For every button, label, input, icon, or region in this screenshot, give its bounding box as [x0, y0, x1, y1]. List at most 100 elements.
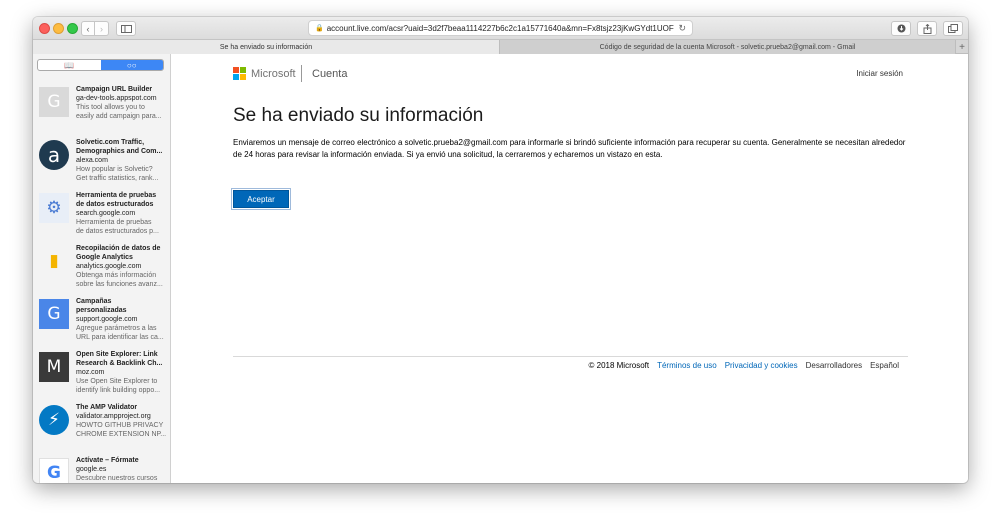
list-item[interactable]: a Solvetic.com Traffic, Demographics and C… — [33, 135, 170, 188]
list-item[interactable]: ▮ Recopilación de datos de Google Analytic… — [33, 241, 170, 294]
tab-active[interactable]: Se ha enviado su información — [33, 40, 500, 54]
list-item-title2: Google Analytics — [76, 254, 133, 261]
list-item-title2: de datos estructurados — [76, 201, 154, 208]
downloads-button[interactable] — [891, 21, 911, 36]
structured-data-tool-icon: ⚙ — [39, 193, 69, 223]
list-item-text: Campañas personalizadas support.google.com… — [76, 297, 168, 342]
list-item-text: Open Site Explorer: Link Research & Backl… — [76, 350, 168, 395]
list-item-title: Actívate – Fórmate — [76, 457, 139, 464]
brand-divider — [301, 65, 302, 82]
browser-toolbar: ‹ › 🔒 account.live.com/acsr?uaid=3d2f7be… — [33, 17, 968, 40]
list-item-domain: analytics.google.com — [76, 263, 142, 270]
reading-sidebar: 📖 ○○ G Campaign URL Builder ga-dev-tools.a… — [33, 54, 171, 483]
list-item-desc2: easily add campaign para... — [76, 113, 162, 120]
list-item[interactable]: M Open Site Explorer: Link Research & Back… — [33, 347, 170, 400]
list-item[interactable]: G Campañas personalizadas support.google.co… — [33, 294, 170, 347]
reading-list: G Campaign URL Builder ga-dev-tools.appspo… — [33, 82, 170, 483]
list-item-title: The AMP Validator — [76, 404, 138, 411]
copyright: © 2018 Microsoft — [588, 361, 650, 370]
sidebar-segmented-control: 📖 ○○ — [37, 59, 164, 71]
privacy-link[interactable]: Privacidad y cookies — [725, 361, 798, 370]
list-item-desc1: This tool allows you to — [76, 104, 145, 111]
list-item[interactable]: G Campaign URL Builder ga-dev-tools.appspo… — [33, 82, 170, 135]
tabs-overview-icon — [948, 24, 958, 33]
list-item-title: Recopilación de datos de — [76, 245, 161, 252]
developers-link[interactable]: Desarrolladores — [806, 361, 862, 370]
list-item-domain: validator.ampproject.org — [76, 413, 151, 420]
list-item-text: Actívate – Fórmate google.es Descubre nues… — [76, 456, 168, 483]
list-item-desc1: Obtenga más información — [76, 272, 157, 279]
list-item-text: Herramienta de pruebas de datos estructur… — [76, 191, 168, 236]
letter-g-icon: G — [39, 87, 69, 117]
new-tab-button[interactable]: + — [955, 40, 968, 54]
google-analytics-icon: ▮ — [39, 246, 69, 276]
list-item-domain: ga-dev-tools.appspot.com — [76, 95, 157, 102]
list-item-domain: google.es — [76, 466, 107, 473]
lock-icon: 🔒 — [315, 25, 324, 32]
list-item-text: Recopilación de datos de Google Analytics… — [76, 244, 168, 289]
close-window-button[interactable] — [39, 23, 50, 34]
url-text: account.live.com/acsr?uaid=3d2f7beaa1114… — [326, 23, 675, 33]
microsoft-logo-icon — [233, 67, 247, 81]
list-item-title: Campaign URL Builder — [76, 86, 153, 93]
sign-in-link[interactable]: Iniciar sesión — [856, 69, 903, 78]
list-item-title: Campañas — [76, 298, 112, 305]
list-item[interactable]: ⚡ The AMP Validator validator.ampproject.o… — [33, 400, 170, 453]
list-item-title2: Demographics and Com... — [76, 148, 163, 155]
accept-button[interactable]: Aceptar — [231, 188, 291, 210]
list-item-domain: search.google.com — [76, 210, 136, 217]
list-item-desc1: HOWTO GITHUB PRIVACY — [76, 422, 164, 429]
bookmarks-tab[interactable]: 📖 — [38, 60, 101, 70]
terms-link[interactable]: Términos de uso — [657, 361, 717, 370]
list-item[interactable]: ⚙ Herramienta de pruebas de datos estructu… — [33, 188, 170, 241]
show-tabs-button[interactable] — [943, 21, 963, 36]
alexa-icon: a — [39, 140, 69, 170]
list-item-desc1: Use Open Site Explorer to — [76, 378, 158, 385]
list-item-desc2: URL para identificar las ca... — [76, 334, 164, 341]
list-item-title2: Research & Backlink Ch... — [76, 360, 163, 367]
chevron-right-icon: › — [100, 23, 103, 34]
amp-lightning-icon: ⚡ — [39, 405, 69, 435]
maximize-window-button[interactable] — [67, 23, 78, 34]
list-item-text: Solvetic.com Traffic, Demographics and Co… — [76, 138, 168, 183]
book-icon: 📖 — [64, 60, 75, 70]
share-button[interactable] — [917, 21, 937, 36]
moz-icon: M — [39, 352, 69, 382]
list-item-desc1: Agregue parámetros a las — [76, 325, 157, 332]
info-message: Enviaremos un mensaje de correo electrón… — [233, 138, 906, 159]
sidebar-toggle-button[interactable] — [116, 21, 136, 36]
language-selector[interactable]: Español — [870, 361, 899, 370]
list-item-desc1: Herramienta de pruebas — [76, 219, 152, 226]
list-item-desc2: CHROME EXTENSION NP... — [76, 431, 167, 438]
tab-label: Código de seguridad de la cuenta Microso… — [599, 43, 856, 51]
list-item-text: The AMP Validator validator.ampproject.or… — [76, 403, 168, 439]
google-g-icon: G — [39, 458, 69, 483]
list-item-title: Solvetic.com Traffic, — [76, 139, 145, 146]
tab-gmail[interactable]: Código de seguridad de la cuenta Microso… — [500, 40, 955, 54]
sidebar-icon — [120, 24, 132, 33]
letter-g-blue-icon: G — [39, 299, 69, 329]
minimize-window-button[interactable] — [53, 23, 64, 34]
list-item-desc1: How popular is Solvetic? — [76, 166, 153, 173]
reading-list-tab[interactable]: ○○ — [100, 60, 163, 70]
list-item-domain: alexa.com — [76, 157, 108, 164]
address-bar[interactable]: 🔒 account.live.com/acsr?uaid=3d2f7beaa11… — [308, 20, 693, 36]
list-item-domain: moz.com — [76, 369, 105, 376]
download-icon — [897, 24, 905, 33]
list-item-desc2: identify link building oppo... — [76, 387, 161, 394]
list-item-desc2: sobre las funciones avanz... — [76, 281, 163, 288]
share-icon — [923, 23, 931, 34]
footer-divider — [233, 356, 908, 357]
list-item[interactable]: G Actívate – Fórmate google.es Descubre nue… — [33, 453, 170, 483]
back-button[interactable]: ‹ — [81, 21, 95, 36]
reload-icon[interactable]: ↻ — [678, 23, 686, 34]
plus-icon: + — [959, 41, 965, 53]
list-item-desc2: de datos estructurados p... — [76, 228, 159, 235]
forward-button[interactable]: › — [95, 21, 109, 36]
list-item-desc2: Get traffic statistics, rank... — [76, 175, 159, 182]
glasses-icon: ○○ — [126, 60, 137, 70]
tab-label: Se ha enviado su información — [219, 43, 313, 51]
tab-bar: Se ha enviado su información Código de s… — [33, 40, 968, 54]
brand-name: Microsoft — [251, 68, 296, 80]
list-item-title: Open Site Explorer: Link — [76, 351, 158, 358]
